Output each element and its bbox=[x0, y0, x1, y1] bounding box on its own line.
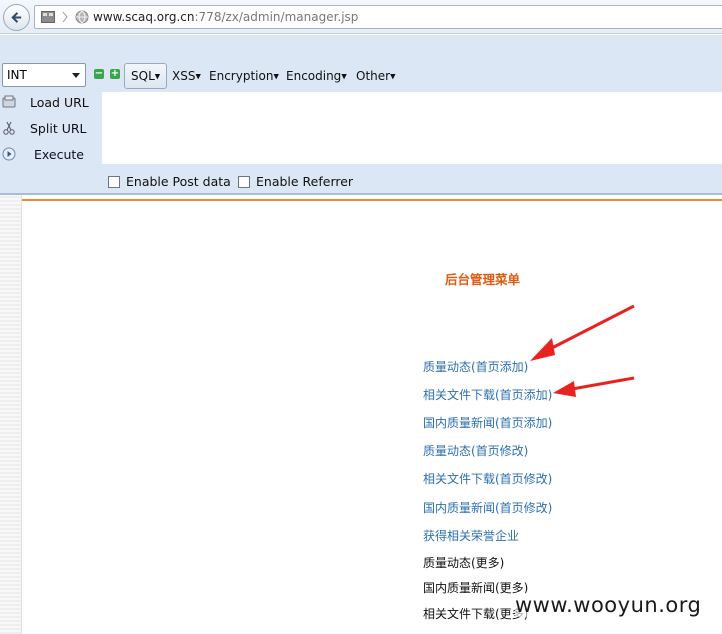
caret-down-icon: ▼ bbox=[390, 72, 396, 81]
page-icon bbox=[41, 11, 55, 23]
play-icon bbox=[2, 147, 16, 161]
enable-referrer-checkbox[interactable]: Enable Referrer bbox=[238, 174, 353, 189]
enable-post-data-label: Enable Post data bbox=[126, 174, 231, 189]
encoding-menu-label: Encoding bbox=[286, 69, 342, 83]
checkbox-box[interactable] bbox=[238, 175, 250, 188]
caret-down-icon: ▼ bbox=[195, 72, 201, 81]
load-url-label: Load URL bbox=[30, 95, 89, 110]
other-menu[interactable]: Other▼ bbox=[350, 63, 401, 89]
hackbar-toolbar: INT − + SQL▼ XSS▼ Encryption▼ Encoding▼ … bbox=[0, 63, 722, 89]
page-content: 后台管理菜单 质量动态(首页添加) 相关文件下载(首页添加) 国内质量新闻(首页… bbox=[0, 195, 722, 634]
encoding-menu[interactable]: Encoding▼ bbox=[280, 63, 353, 89]
caret-down-icon: ▼ bbox=[341, 72, 347, 81]
enable-referrer-label: Enable Referrer bbox=[256, 174, 354, 189]
url-path: :778/zx/admin/manager.jsp bbox=[194, 10, 359, 24]
type-select[interactable]: INT bbox=[2, 63, 86, 87]
url-text: www.scaq.org.cn:778/zx/admin/manager.jsp bbox=[93, 10, 358, 24]
back-arrow-icon bbox=[11, 12, 22, 23]
globe-icon bbox=[75, 10, 89, 24]
enable-post-data-checkbox[interactable]: Enable Post data bbox=[108, 174, 231, 189]
type-select-value: INT bbox=[7, 68, 27, 82]
chevron-right-icon bbox=[62, 11, 68, 23]
load-url-icon bbox=[2, 95, 16, 108]
red-arrow-2 bbox=[553, 376, 635, 397]
red-arrow-1 bbox=[530, 304, 635, 361]
address-bar[interactable]: www.scaq.org.cn:778/zx/admin/manager.jsp bbox=[34, 5, 722, 29]
hackbar-options: Enable Post data Enable Referrer bbox=[0, 171, 722, 193]
caret-down-icon: ▼ bbox=[273, 72, 279, 81]
url-textarea[interactable] bbox=[102, 92, 722, 164]
dropdown-arrow-icon bbox=[72, 73, 80, 78]
checkbox-box[interactable] bbox=[108, 175, 120, 188]
xss-menu-label: XSS bbox=[172, 69, 196, 83]
encryption-menu[interactable]: Encryption▼ bbox=[203, 63, 285, 89]
browser-toolbar: www.scaq.org.cn:778/zx/admin/manager.jsp bbox=[0, 0, 722, 34]
encryption-menu-label: Encryption bbox=[209, 69, 274, 83]
watermark: www.wooyun.org bbox=[515, 593, 702, 617]
hackbar-panel: INT − + SQL▼ XSS▼ Encryption▼ Encoding▼ … bbox=[0, 35, 722, 195]
xss-menu[interactable]: XSS▼ bbox=[166, 63, 207, 89]
execute-label: Execute bbox=[34, 147, 84, 162]
sql-menu-label: SQL bbox=[131, 69, 155, 83]
load-url-button[interactable]: Load URL bbox=[0, 91, 100, 115]
other-menu-label: Other bbox=[356, 69, 391, 83]
scissors-icon bbox=[3, 121, 15, 135]
decrement-icon[interactable]: − bbox=[94, 69, 104, 79]
increment-icon[interactable]: + bbox=[110, 69, 120, 79]
split-url-label: Split URL bbox=[30, 121, 87, 136]
sql-menu[interactable]: SQL▼ bbox=[124, 63, 168, 89]
caret-down-icon: ▼ bbox=[154, 72, 161, 81]
execute-button[interactable]: Execute bbox=[0, 143, 100, 167]
url-host: www.scaq.org.cn bbox=[93, 10, 195, 24]
split-url-button[interactable]: Split URL bbox=[0, 117, 100, 141]
back-button[interactable] bbox=[3, 4, 30, 31]
annotation-arrows bbox=[530, 304, 635, 397]
